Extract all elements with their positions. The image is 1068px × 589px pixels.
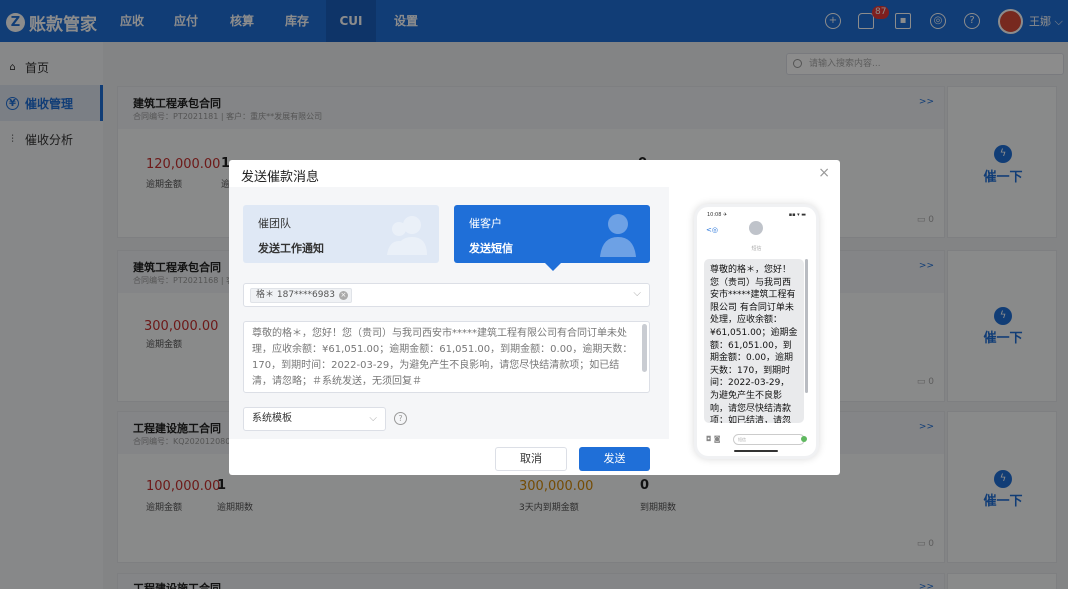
sms-input: 短信: [733, 434, 805, 445]
camera-icon: ◘ ◙: [706, 435, 721, 443]
message-date: 短信: [751, 246, 762, 252]
dialog-title: 发送催款消息: [241, 170, 320, 185]
contact-avatar: [749, 221, 763, 235]
recipient-tag: 格＊ 187****6983 ×: [250, 288, 352, 303]
status-time: 10:08 ✈: [707, 212, 728, 218]
message-textarea[interactable]: 尊敬的格＊，您好！您（贵司）与我司西安市*****建筑工程有限公司有合同订单未处…: [243, 321, 650, 393]
chevron-down-icon: ⌵: [633, 288, 641, 299]
sms-bubble: 尊敬的格＊，您好！您（贵司）与我司西安市*****建筑工程有限公司 有合同订单未…: [704, 259, 804, 423]
scrollbar[interactable]: [642, 324, 647, 372]
signal-icon: ▪▪ ▾ ▬: [788, 212, 806, 218]
cancel-button[interactable]: 取消: [495, 447, 567, 471]
team-icon: [387, 216, 427, 255]
option-remind-customer[interactable]: 催客户 发送短信: [454, 205, 650, 271]
recipient-select[interactable]: 格＊ 187****6983 × ⌵: [243, 283, 650, 307]
home-indicator: [734, 450, 778, 452]
chevron-down-icon: ⌵: [369, 413, 377, 424]
scrollbar: [805, 259, 808, 393]
sms-preview-phone: 10:08 ✈ ▪▪ ▾ ▬ <◎ 短信 尊敬的格＊，您好！您（贵司）与我司西安…: [694, 204, 819, 459]
person-icon: [600, 214, 636, 257]
remove-tag-icon[interactable]: ×: [338, 291, 348, 300]
help-icon[interactable]: ?: [394, 412, 407, 425]
send-icon: [801, 436, 807, 442]
close-icon[interactable]: ×: [818, 165, 830, 181]
option-remind-team[interactable]: 催团队 发送工作通知: [243, 205, 439, 263]
dialog-form-panel: 催团队 发送工作通知 催客户 发送短信 格＊ 187****6983 × ⌵ 尊…: [229, 187, 669, 439]
back-icon: <◎: [706, 226, 718, 234]
template-select[interactable]: 系统模板 ⌵: [243, 407, 386, 431]
send-reminder-dialog: 发送催款消息 × 催团队 发送工作通知 催客户 发送短信 格＊ 187****6…: [229, 160, 840, 475]
send-button[interactable]: 发送: [579, 447, 650, 471]
